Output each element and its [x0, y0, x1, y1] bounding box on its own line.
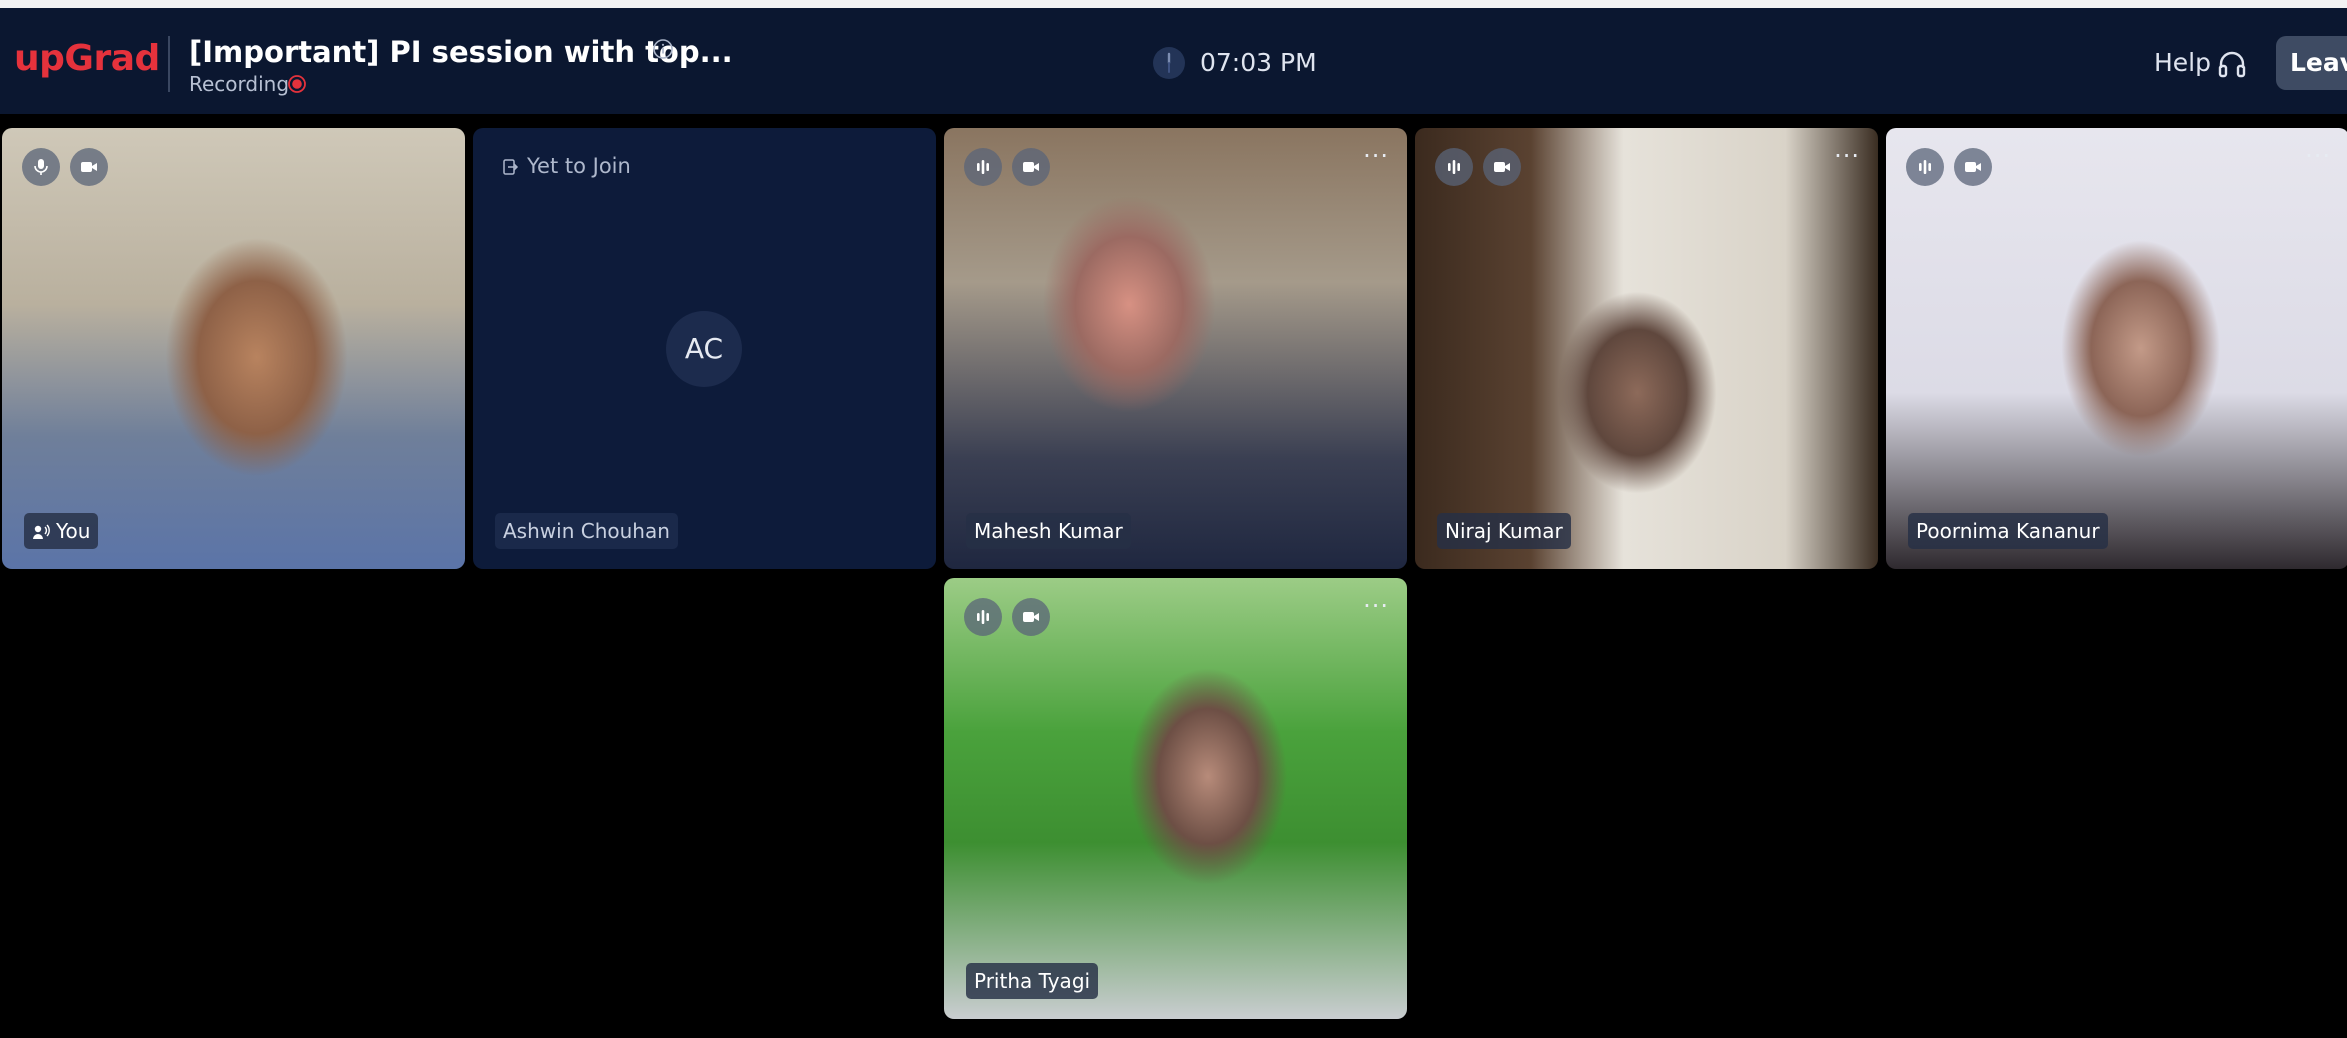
- participant-tile-pritha-tyagi[interactable]: ··· Pritha Tyagi: [944, 578, 1407, 1019]
- camera-indicator: [1012, 598, 1050, 636]
- audio-level-icon: [1919, 160, 1931, 174]
- participant-name-tag: You: [24, 513, 99, 549]
- help-button[interactable]: Help: [2154, 48, 2211, 77]
- camera-icon: [1494, 162, 1510, 172]
- participant-tile-poornima-kananur[interactable]: ··· Poornima Kananur: [1886, 128, 2347, 569]
- more-icon[interactable]: ···: [1363, 592, 1389, 620]
- participant-name: Niraj Kumar: [1445, 519, 1563, 543]
- meeting-clock: 07:03 PM: [1200, 48, 1317, 77]
- recording-label: Recording: [189, 72, 290, 96]
- camera-button[interactable]: [70, 148, 108, 186]
- yet-to-join-status: Yet to Join: [501, 154, 631, 178]
- participant-name: Pritha Tyagi: [974, 969, 1091, 993]
- audio-level-indicator: [964, 148, 1002, 186]
- audio-level-icon: [977, 160, 989, 174]
- camera-indicator: [1012, 148, 1050, 186]
- audio-level-icon: [1448, 160, 1460, 174]
- clock-icon: [1153, 47, 1185, 79]
- more-icon[interactable]: ···: [1834, 142, 1860, 170]
- avatar: AC: [666, 311, 742, 387]
- participant-name-tag: Mahesh Kumar: [966, 513, 1131, 549]
- mic-icon: [34, 159, 48, 175]
- camera-indicator: [1483, 148, 1521, 186]
- window-top-strip: [0, 0, 2347, 8]
- more-icon[interactable]: ···: [1363, 142, 1389, 170]
- participant-tile-you[interactable]: You: [2, 128, 465, 569]
- camera-icon: [1023, 162, 1039, 172]
- meeting-header: upGrad [Important] PI session with top..…: [0, 8, 2347, 114]
- participant-name-tag: Pritha Tyagi: [966, 963, 1099, 999]
- participant-name: Mahesh Kumar: [974, 519, 1123, 543]
- info-icon[interactable]: [652, 38, 674, 60]
- audio-level-indicator: [1906, 148, 1944, 186]
- header-divider: [168, 36, 170, 92]
- participant-name-tag: Ashwin Chouhan: [495, 513, 678, 549]
- record-dot-icon: [288, 75, 306, 93]
- participant-name: Poornima Kananur: [1916, 519, 2100, 543]
- audio-level-icon: [977, 610, 989, 624]
- mic-button[interactable]: [22, 148, 60, 186]
- join-icon: [503, 159, 519, 175]
- participant-name-tag: Niraj Kumar: [1437, 513, 1571, 549]
- participant-tile-mahesh-kumar[interactable]: ··· Mahesh Kumar: [944, 128, 1407, 569]
- audio-level-indicator: [964, 598, 1002, 636]
- camera-icon: [81, 162, 97, 172]
- camera-icon: [1023, 612, 1039, 622]
- camera-indicator: [1954, 148, 1992, 186]
- yet-to-join-label: Yet to Join: [527, 154, 631, 178]
- speaker-icon: [33, 524, 50, 539]
- participant-name: You: [56, 519, 91, 543]
- leave-button[interactable]: Leave: [2276, 36, 2347, 90]
- headset-icon[interactable]: [2217, 50, 2247, 80]
- participant-name-tag: Poornima Kananur: [1908, 513, 2108, 549]
- more-icon[interactable]: ···: [2305, 142, 2331, 170]
- camera-icon: [1965, 162, 1981, 172]
- participant-tile-ashwin-chouhan[interactable]: Yet to Join AC Ashwin Chouhan: [473, 128, 936, 569]
- participant-name: Ashwin Chouhan: [503, 519, 670, 543]
- audio-level-indicator: [1435, 148, 1473, 186]
- participant-tile-niraj-kumar[interactable]: ··· Niraj Kumar: [1415, 128, 1878, 569]
- upgrad-logo: upGrad: [14, 38, 160, 79]
